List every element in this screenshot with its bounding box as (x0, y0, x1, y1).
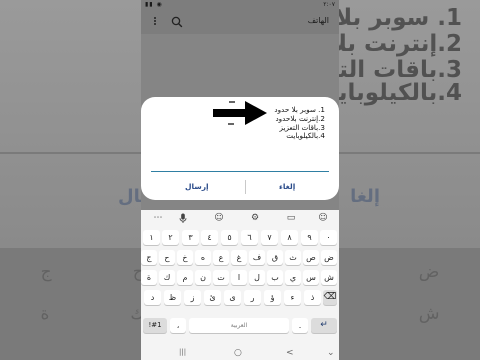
key[interactable]: س (303, 270, 319, 285)
key[interactable]: ر (244, 290, 261, 305)
message-line-4: 4.بالكيلوبايت (286, 131, 325, 141)
recent-apps-icon[interactable]: ||| (179, 348, 186, 356)
bg-key: ة (40, 304, 50, 324)
key[interactable]: ١ (143, 230, 160, 245)
reply-input[interactable] (151, 171, 329, 172)
hide-keyboard-icon[interactable]: ⌄ (327, 348, 335, 358)
settings-icon[interactable]: ⚙ (249, 212, 261, 224)
key[interactable]: ت (213, 270, 229, 285)
bg-key: ض (418, 262, 440, 282)
key[interactable]: ض (321, 250, 337, 265)
more-options-icon[interactable] (152, 16, 158, 28)
number-row: ١ ٢ ٣ ٤ ٥ ٦ ٧ ٨ ٩ ٠ (141, 230, 339, 247)
key[interactable]: ز (184, 290, 201, 305)
key[interactable]: ة (141, 270, 157, 285)
key[interactable]: ذ (304, 290, 321, 305)
key[interactable]: ٨ (281, 230, 298, 245)
key[interactable]: ٥ (221, 230, 238, 245)
dialog-message: 1. سوبر بلا حدود 2.إنترنت بلاحدود 3.باقا… (215, 105, 325, 141)
key[interactable]: ص (303, 250, 319, 265)
key[interactable]: ه (195, 250, 211, 265)
key[interactable]: ع (213, 250, 229, 265)
bg-divider-left (0, 152, 150, 154)
bg-key: ش (418, 304, 440, 324)
key[interactable]: ن (195, 270, 211, 285)
send-button[interactable]: إرسال (185, 182, 209, 191)
key[interactable]: ث (285, 250, 301, 265)
key[interactable]: ٦ (241, 230, 258, 245)
gif-icon[interactable]: ☺ (317, 212, 329, 224)
key[interactable]: ؤ (264, 290, 281, 305)
bg-cancel-label: إلغا (350, 186, 380, 207)
emoji-icon[interactable]: ☺ (213, 212, 225, 224)
back-icon[interactable]: < (286, 348, 294, 358)
space-key[interactable]: العربية (189, 318, 289, 333)
phone-screen: ▮▮ ◉ ٢:٠٧ الهاتف 1. سوبر بلا حدود 2.إنتر… (141, 0, 339, 360)
navigation-bar: ||| ○ < ⌄ (141, 346, 339, 360)
key[interactable]: ئ (204, 290, 221, 305)
bg-divider-right (330, 152, 480, 154)
app-title: الهاتف (307, 16, 329, 25)
letter-row-3: ⌫ ذ ء ؤ ر ى ئ ز ظ د (141, 290, 339, 307)
more-icon[interactable]: ⋯ (152, 212, 164, 224)
key[interactable]: ج (141, 250, 157, 265)
key[interactable]: ظ (164, 290, 181, 305)
search-icon[interactable] (170, 15, 184, 29)
key[interactable]: د (144, 290, 161, 305)
status-time: ٢:٠٧ (323, 1, 335, 8)
keyboard-toolbar: ⋯ ⚙ ☺ ▭ ☺ (141, 210, 339, 226)
letter-row-1: ض ص ث ق ف غ ع ه خ ح ج (141, 250, 339, 267)
key[interactable]: ق (267, 250, 283, 265)
status-icons: ▮▮ ◉ (145, 1, 163, 8)
enter-key[interactable]: ↵ (311, 318, 337, 333)
key[interactable]: ب (267, 270, 283, 285)
symbols-key[interactable]: !#1 (143, 318, 167, 333)
key[interactable]: ٠ (320, 230, 337, 245)
key[interactable]: ٢ (162, 230, 179, 245)
key[interactable]: ل (249, 270, 265, 285)
key[interactable]: خ (177, 250, 193, 265)
app-bar: الهاتف (141, 12, 339, 34)
key[interactable]: غ (231, 250, 247, 265)
sticker-icon[interactable]: ▭ (285, 212, 297, 224)
key[interactable]: ٤ (201, 230, 218, 245)
key[interactable]: ٧ (261, 230, 278, 245)
key[interactable]: ف (249, 250, 265, 265)
keyboard: ⋯ ⚙ ☺ ▭ ☺ ١ ٢ ٣ ٤ ٥ ٦ ٧ ٨ ٩ ٠ ض ص ث ق ف … (141, 210, 339, 360)
key[interactable]: ح (159, 250, 175, 265)
key[interactable]: ٣ (182, 230, 199, 245)
microphone-icon[interactable] (177, 212, 189, 224)
key[interactable]: ى (224, 290, 241, 305)
backspace-key[interactable]: ⌫ (323, 290, 337, 305)
bottom-row: !#1 ، العربية . ↵ (141, 318, 339, 335)
key[interactable]: ك (159, 270, 175, 285)
bg-key: ج (40, 262, 52, 282)
home-icon[interactable]: ○ (234, 348, 242, 358)
key[interactable]: م (177, 270, 193, 285)
cancel-button[interactable]: إلغاء (279, 182, 295, 191)
key[interactable]: ء (284, 290, 301, 305)
key[interactable]: ي (285, 270, 301, 285)
key[interactable]: ش (321, 270, 337, 285)
period-key[interactable]: . (292, 318, 308, 333)
key[interactable]: ٩ (301, 230, 318, 245)
status-bar: ▮▮ ◉ ٢:٠٧ (141, 0, 339, 12)
comma-key[interactable]: ، (170, 318, 186, 333)
key[interactable]: ا (231, 270, 247, 285)
dialog-divider (245, 180, 246, 194)
letter-row-2: ش س ي ب ل ا ت ن م ك ة (141, 270, 339, 287)
